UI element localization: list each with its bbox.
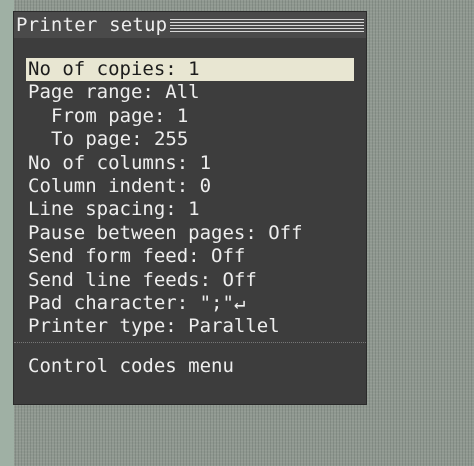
menu-item-printer-type[interactable]: Printer type: Parallel [14, 315, 366, 338]
printer-setup-dialog: Printer setup No of copies: 1 Page range… [14, 12, 366, 404]
menu-item-to-page[interactable]: To page: 255 [14, 128, 366, 151]
menu-item-send-form-feed[interactable]: Send form feed: Off [14, 245, 366, 268]
menu-item-column-indent[interactable]: Column indent: 0 [14, 175, 366, 198]
menu-item-from-page[interactable]: From page: 1 [14, 105, 366, 128]
menu-item-pad-character[interactable]: Pad character: ";"↵ [14, 292, 366, 315]
menu-separator [14, 342, 366, 344]
menu-item-no-of-copies[interactable]: No of copies: 1 [26, 58, 354, 82]
menu-item-page-range[interactable]: Page range: All [14, 81, 366, 104]
menu-item-send-line-feeds[interactable]: Send line feeds: Off [14, 269, 366, 292]
menu-item-no-of-columns[interactable]: No of columns: 1 [14, 152, 366, 175]
menu-item-line-spacing[interactable]: Line spacing: 1 [14, 198, 366, 221]
dialog-title: Printer setup [16, 14, 168, 36]
menu-item-control-codes[interactable]: Control codes menu [28, 355, 234, 378]
title-bar-stripes [170, 17, 364, 32]
title-bar[interactable]: Printer setup [14, 12, 366, 38]
screen-edge [0, 0, 14, 466]
menu-item-pause-between-pages[interactable]: Pause between pages: Off [14, 222, 366, 245]
printer-settings-menu: No of copies: 1 Page range: All From pag… [14, 58, 366, 339]
